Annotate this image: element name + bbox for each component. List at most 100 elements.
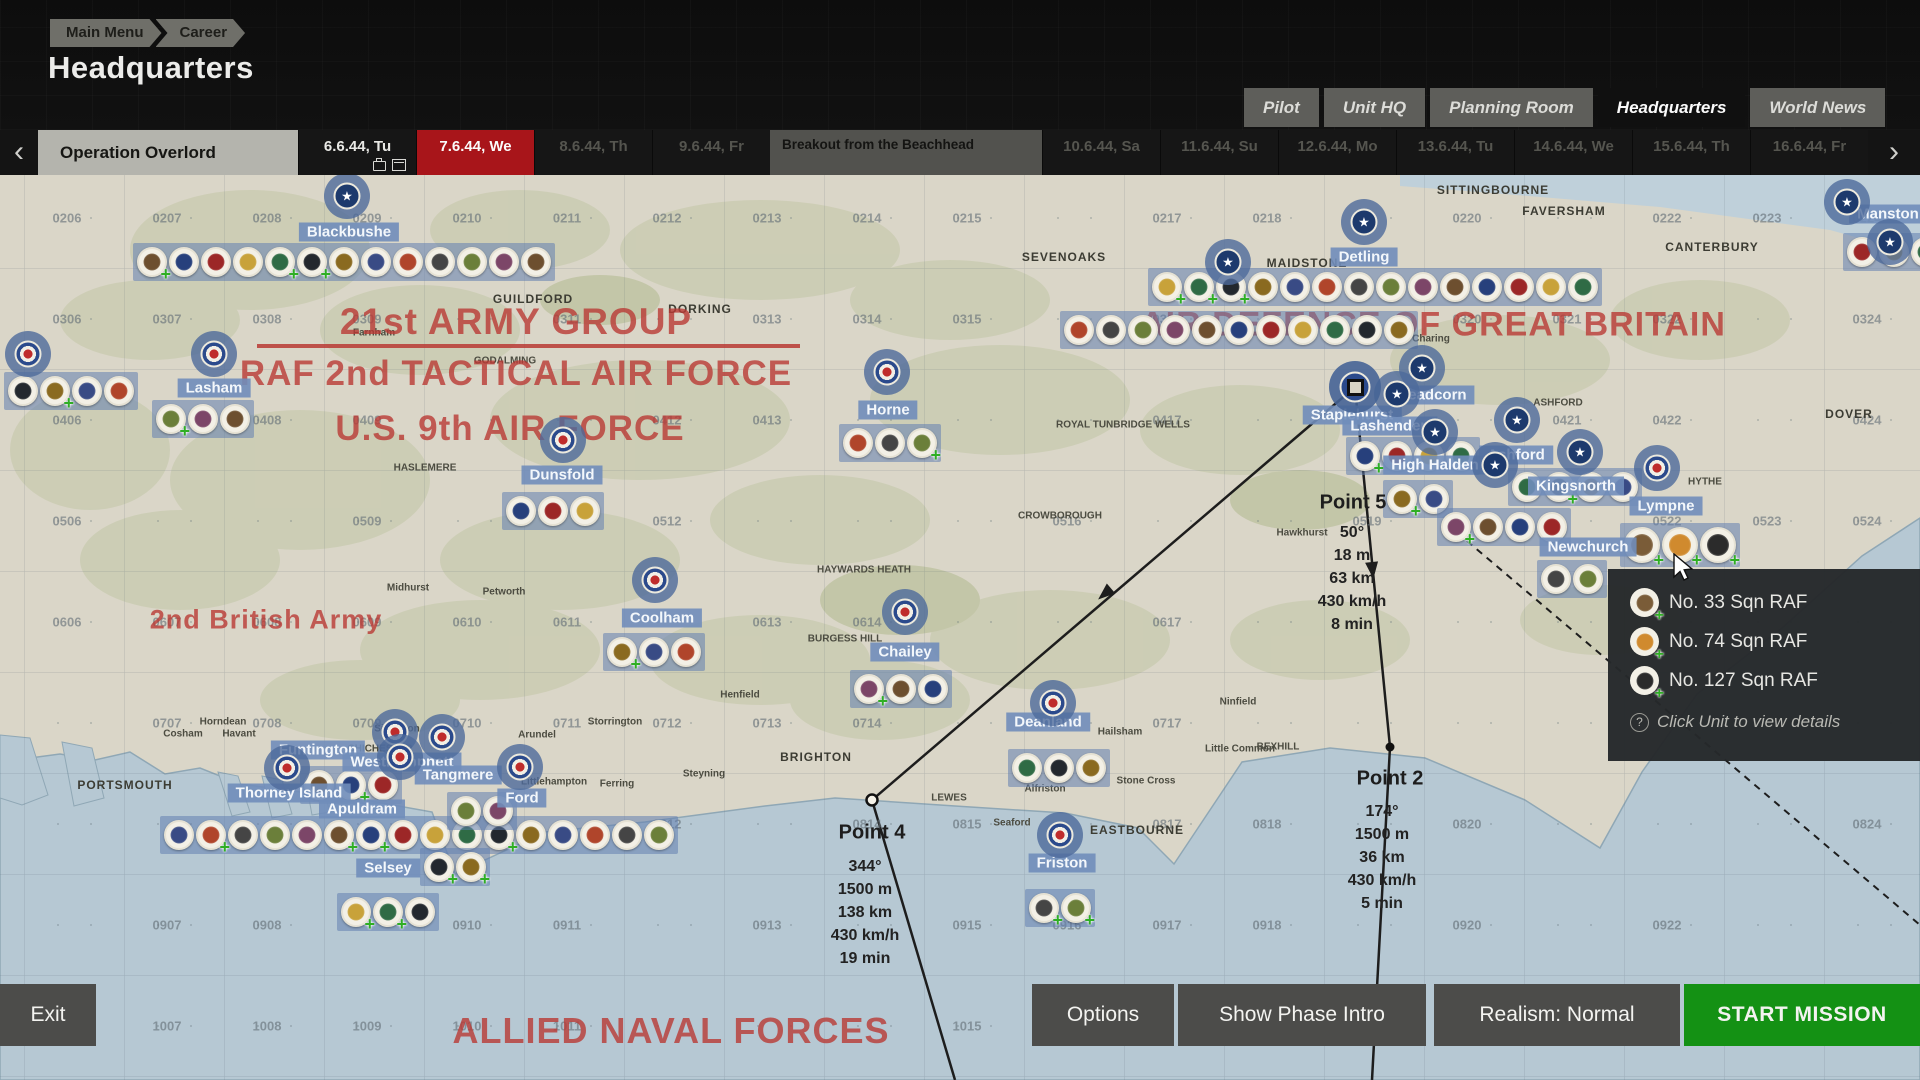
squadron-emblem[interactable]	[8, 376, 38, 406]
squadron-emblem[interactable]	[1536, 272, 1566, 302]
usaaf-airfield-marker[interactable]: ★	[1557, 429, 1603, 475]
squadron-emblem[interactable]	[1573, 564, 1603, 594]
squadron-emblem[interactable]	[1473, 512, 1503, 542]
squadron-emblem[interactable]	[1256, 315, 1286, 345]
timeline-date-6-6-44-tu[interactable]: 6.6.44, Tu	[298, 130, 416, 175]
squadron-emblem[interactable]	[886, 674, 916, 704]
raf-airfield-marker[interactable]	[5, 331, 51, 377]
raf-airfield-marker[interactable]	[377, 734, 423, 780]
timeline-date-13-6-44-tu[interactable]: 13.6.44, Tu	[1396, 130, 1514, 175]
raf-airfield-marker[interactable]	[864, 349, 910, 395]
squadron-emblem[interactable]	[72, 376, 102, 406]
squadron-emblem[interactable]	[233, 247, 263, 277]
usaaf-airfield-marker[interactable]: ★	[1412, 409, 1458, 455]
usaaf-airfield-marker[interactable]: ★	[1205, 239, 1251, 285]
squadron-emblem[interactable]: +	[1029, 893, 1059, 923]
squadron-emblem[interactable]	[1504, 272, 1534, 302]
squadron-emblem[interactable]	[1044, 753, 1074, 783]
timeline-date-16-6-44-fr[interactable]: 16.6.44, Fr	[1750, 130, 1868, 175]
airfield-label-ford[interactable]: Ford	[497, 789, 546, 808]
tooltip-unit-no-33-sqn-raf[interactable]: +No. 33 Sqn RAF	[1630, 583, 1920, 622]
squadron-emblem[interactable]	[260, 820, 290, 850]
airfield-label-tangmere[interactable]: Tangmere	[415, 766, 502, 785]
timeline-date-12-6-44-mo[interactable]: 12.6.44, Mo	[1278, 130, 1396, 175]
squadron-emblem[interactable]: +	[196, 820, 226, 850]
squadron-emblem[interactable]: +	[297, 247, 327, 277]
usaaf-airfield-marker[interactable]: ★	[324, 173, 370, 219]
squadron-emblem[interactable]	[506, 496, 536, 526]
tab-world-news[interactable]: World News	[1750, 88, 1885, 127]
squadron-emblem[interactable]	[1440, 272, 1470, 302]
squadron-emblem[interactable]: +	[854, 674, 884, 704]
airfield-label-kingsnorth[interactable]: Kingsnorth	[1528, 477, 1624, 496]
squadron-emblem[interactable]	[1064, 315, 1094, 345]
airfield-label-horne[interactable]: Horne	[858, 401, 917, 420]
raf-airfield-marker[interactable]	[264, 745, 310, 791]
selected-waypoint-marker[interactable]	[1332, 364, 1378, 410]
squadron-emblem[interactable]: +	[907, 428, 937, 458]
squadron-emblem[interactable]	[292, 820, 322, 850]
squadron-emblem[interactable]	[516, 820, 546, 850]
airfield-label-lympne[interactable]: Lympne	[1630, 497, 1703, 516]
squadron-emblem[interactable]: +	[373, 897, 403, 927]
squadron-emblem[interactable]: +	[424, 852, 454, 882]
squadron-emblem[interactable]	[164, 820, 194, 850]
airfield-label-lasham[interactable]: Lasham	[178, 379, 251, 398]
timeline-date-15-6-44-th[interactable]: 15.6.44, Th	[1632, 130, 1750, 175]
show-phase-intro-button[interactable]: Show Phase Intro	[1178, 984, 1426, 1046]
raf-airfield-marker[interactable]	[632, 557, 678, 603]
squadron-emblem[interactable]: +	[456, 852, 486, 882]
squadron-emblem[interactable]	[1096, 315, 1126, 345]
squadron-emblem[interactable]	[1076, 753, 1106, 783]
airfield-label-newchurch[interactable]: Newchurch	[1540, 538, 1637, 557]
squadron-emblem[interactable]	[220, 404, 250, 434]
usaaf-airfield-marker[interactable]: ★	[1867, 219, 1913, 265]
tooltip-unit-no-74-sqn-raf[interactable]: +No. 74 Sqn RAF	[1630, 622, 1920, 661]
options-button[interactable]: Options	[1032, 984, 1174, 1046]
usaaf-airfield-marker[interactable]: ★	[1341, 199, 1387, 245]
squadron-emblem[interactable]	[425, 247, 455, 277]
squadron-emblem[interactable]	[1224, 315, 1254, 345]
tab-unit-hq[interactable]: Unit HQ	[1324, 88, 1425, 127]
usaaf-airfield-marker[interactable]: ★	[1472, 442, 1518, 488]
squadron-emblem[interactable]: +	[265, 247, 295, 277]
squadron-emblem[interactable]: +	[1441, 512, 1471, 542]
usaaf-airfield-marker[interactable]: ★	[1494, 397, 1540, 443]
raf-airfield-marker[interactable]	[882, 589, 928, 635]
squadron-emblem[interactable]: +	[1152, 272, 1182, 302]
breadcrumb-item-career[interactable]: Career	[156, 19, 246, 47]
raf-airfield-marker[interactable]	[1634, 445, 1680, 491]
squadron-emblem[interactable]	[1384, 315, 1414, 345]
airfield-label-apuldram[interactable]: Apuldram	[319, 800, 405, 819]
squadron-emblem[interactable]	[228, 820, 258, 850]
squadron-emblem[interactable]	[1344, 272, 1374, 302]
tab-pilot[interactable]: Pilot	[1244, 88, 1319, 127]
exit-button[interactable]: Exit	[0, 984, 96, 1046]
squadron-emblem[interactable]	[1312, 272, 1342, 302]
squadron-emblem[interactable]	[1568, 272, 1598, 302]
squadron-emblem[interactable]	[388, 820, 418, 850]
squadron-emblem[interactable]: +	[1387, 484, 1417, 514]
airfield-label-chailey[interactable]: Chailey	[870, 643, 939, 662]
raf-airfield-marker[interactable]	[1037, 812, 1083, 858]
squadron-emblem[interactable]	[1505, 512, 1535, 542]
usaaf-airfield-marker[interactable]: ★	[1824, 179, 1870, 225]
airfield-label-detling[interactable]: Detling	[1331, 248, 1398, 267]
airfield-label-dunsfold[interactable]: Dunsfold	[522, 466, 603, 485]
squadron-emblem[interactable]	[329, 247, 359, 277]
squadron-emblem[interactable]: +	[1061, 893, 1091, 923]
squadron-emblem[interactable]	[1012, 753, 1042, 783]
squadron-emblem[interactable]	[1288, 315, 1318, 345]
squadron-emblem[interactable]: +	[607, 637, 637, 667]
raf-airfield-marker[interactable]	[497, 744, 543, 790]
squadron-emblem[interactable]	[405, 897, 435, 927]
timeline-phase-breakout-from-the-beachhead[interactable]: Breakout from the Beachhead	[770, 130, 1042, 175]
squadron-emblem[interactable]	[580, 820, 610, 850]
squadron-emblem[interactable]	[393, 247, 423, 277]
timeline-prev-button[interactable]: ‹	[0, 130, 38, 175]
squadron-emblem[interactable]	[1280, 272, 1310, 302]
squadron-emblem[interactable]	[1541, 564, 1571, 594]
squadron-emblem[interactable]	[1408, 272, 1438, 302]
squadron-emblem[interactable]: +	[40, 376, 70, 406]
spider-badge[interactable]: +	[1700, 527, 1736, 563]
